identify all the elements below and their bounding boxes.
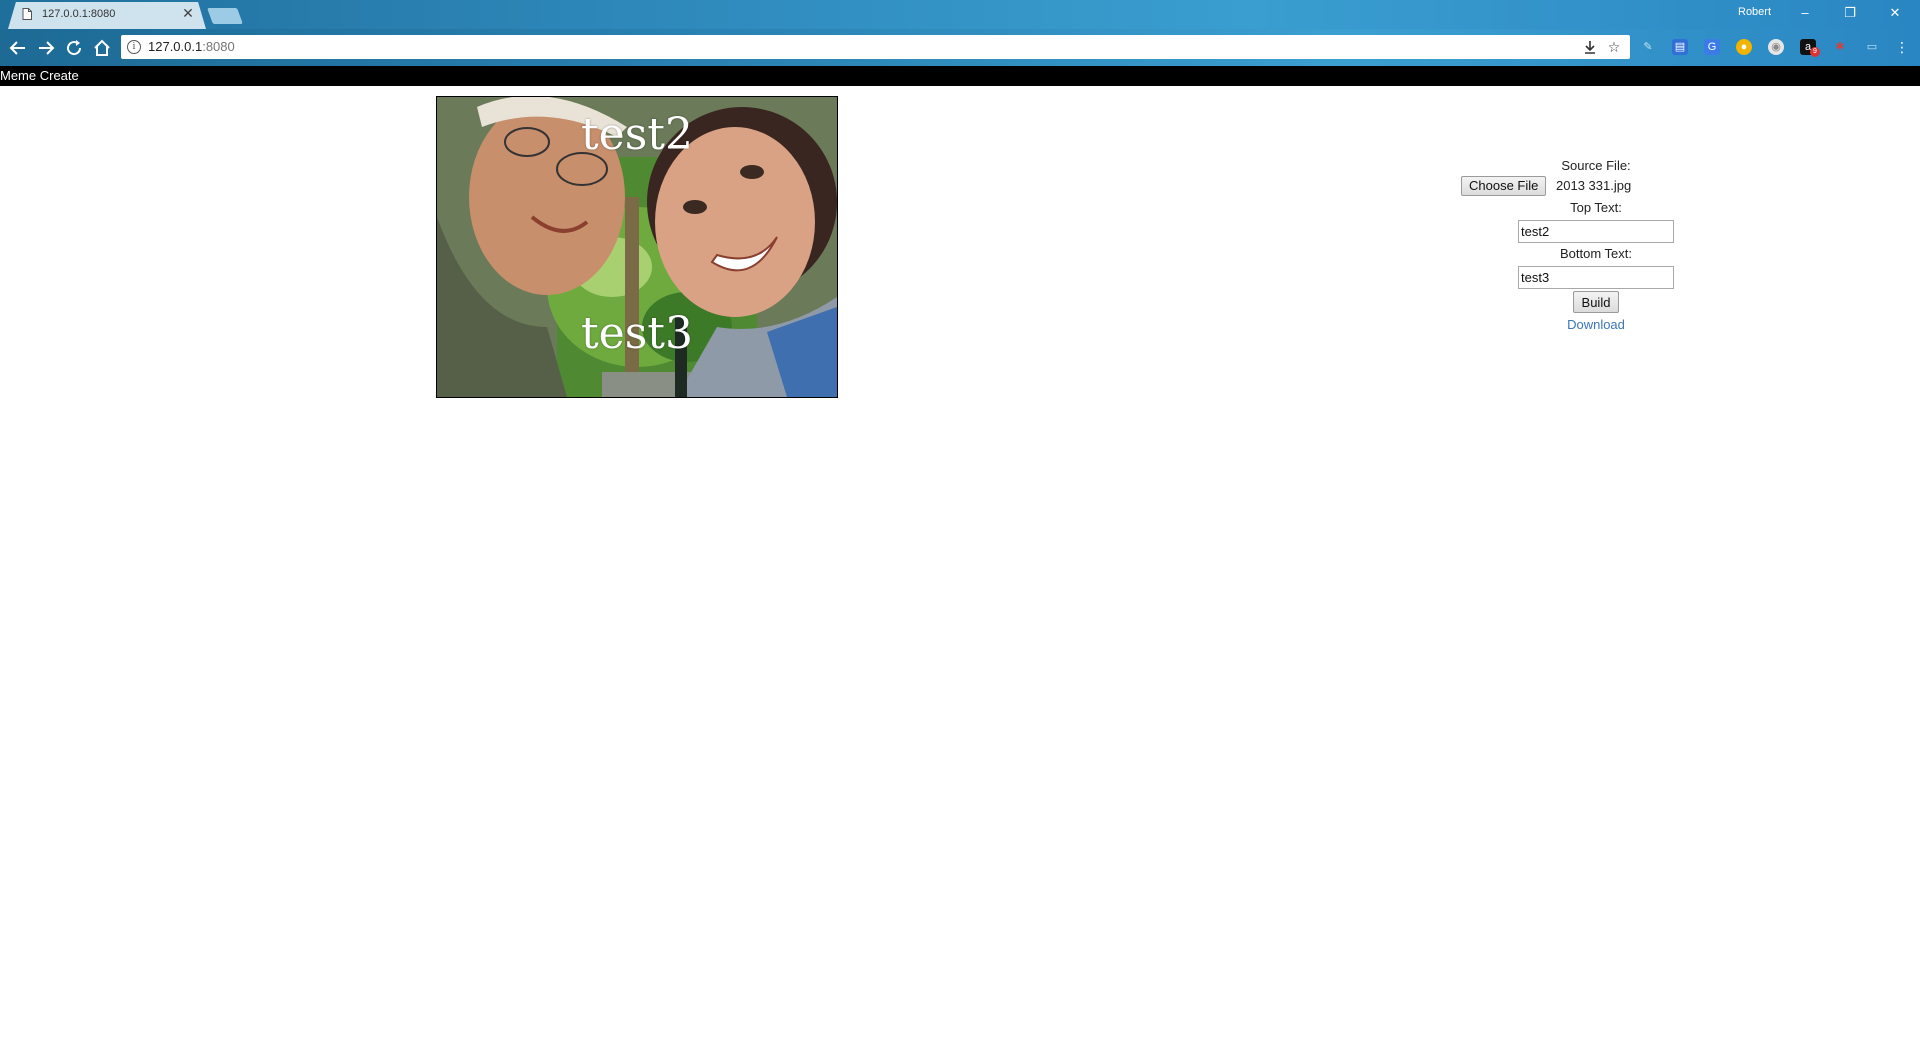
url-port: :8080 <box>202 39 235 54</box>
bottom-text-input[interactable] <box>1518 266 1674 289</box>
address-bar[interactable]: i 127.0.0.1:8080 ☆ <box>121 35 1630 59</box>
extension-chrome-icon[interactable]: ● <box>1736 39 1752 55</box>
top-text-label: Top Text: <box>1570 200 1622 215</box>
url-text: 127.0.0.1:8080 <box>148 39 235 54</box>
tab-title: 127.0.0.1:8080 <box>42 8 116 20</box>
page-icon <box>22 8 32 20</box>
extension-puzzle-icon[interactable]: ✱ <box>1832 39 1848 55</box>
choose-file-button[interactable]: Choose File <box>1461 176 1547 196</box>
build-button[interactable]: Build <box>1572 291 1620 313</box>
profile-name[interactable]: Robert <box>1738 6 1771 18</box>
extension-badge: 9 <box>1810 47 1820 57</box>
download-icon[interactable] <box>1581 38 1599 56</box>
bottom-text-label: Bottom Text: <box>1559 246 1632 261</box>
meme-canvas: test2 test3 <box>436 96 838 398</box>
restore-icon[interactable]: ❐ <box>1835 2 1865 24</box>
forward-arrow-icon[interactable] <box>34 36 58 60</box>
url-host: 127.0.0.1 <box>148 39 203 54</box>
close-window-icon[interactable]: ✕ <box>1880 2 1910 24</box>
download-link[interactable]: Download <box>1452 317 1740 332</box>
app-header: Meme Create <box>0 66 1920 86</box>
meme-form: Source File: Choose File 2013 331.jpg To… <box>1452 155 1740 332</box>
app-title: Meme Create <box>0 68 79 83</box>
meme-top-text: test2 <box>581 109 693 160</box>
back-arrow-icon[interactable] <box>6 36 30 60</box>
file-name: 2013 331.jpg <box>1556 178 1632 193</box>
home-icon[interactable] <box>90 36 114 60</box>
top-text-input[interactable] <box>1518 220 1674 243</box>
title-bar: 127.0.0.1:8080 ✕ Robert – ❐ ✕ <box>0 0 1920 29</box>
star-icon[interactable]: ☆ <box>1605 38 1623 56</box>
extension-pen-icon[interactable]: ✎ <box>1640 39 1656 55</box>
tab-close-icon[interactable]: ✕ <box>180 5 196 21</box>
reload-icon[interactable] <box>62 36 86 60</box>
extension-docs-icon[interactable]: ▤ <box>1672 39 1688 55</box>
cast-icon[interactable]: ▭ <box>1864 39 1880 55</box>
more-vert-icon[interactable]: ⋮ <box>1894 39 1910 55</box>
new-tab-button[interactable] <box>207 8 243 24</box>
extension-camera-icon[interactable]: ◉ <box>1768 39 1784 55</box>
minimize-icon[interactable]: – <box>1790 2 1820 24</box>
info-icon[interactable]: i <box>127 40 141 54</box>
source-file-label: Source File: <box>1561 158 1631 173</box>
extension-amazon-icon[interactable]: a 9 <box>1800 39 1820 57</box>
file-input[interactable]: Choose File 2013 331.jpg <box>1452 176 1740 197</box>
meme-bottom-text: test3 <box>581 308 693 359</box>
extension-translate-icon[interactable]: G <box>1704 39 1720 55</box>
